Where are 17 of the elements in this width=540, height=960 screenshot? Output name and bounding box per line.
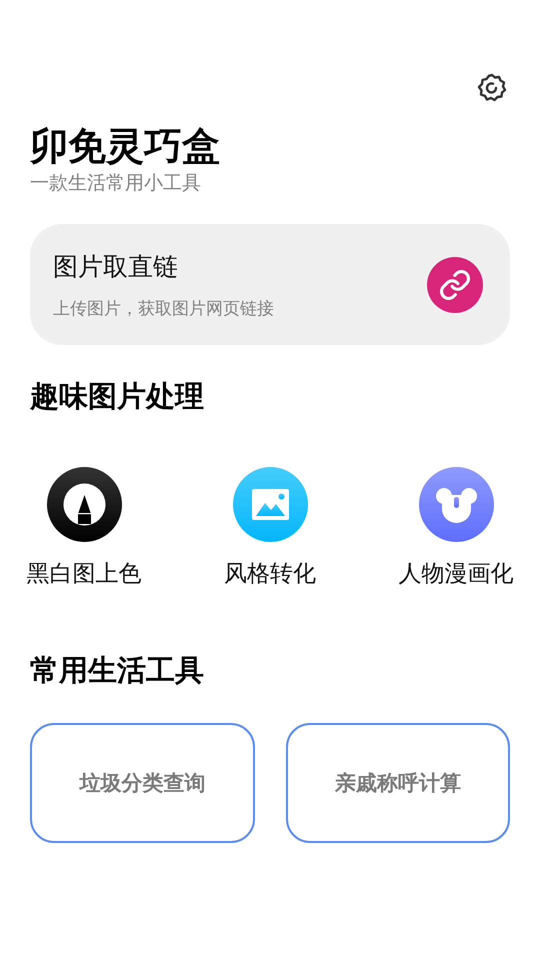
app-subtitle: 一款生活常用小工具 (30, 171, 202, 196)
card-title: 图片取直链 (53, 250, 179, 282)
tool-button[interactable]: 亲戚称呼计算 (286, 723, 510, 843)
settings-icon[interactable] (476, 72, 508, 104)
card-description: 上传图片，获取图片网页链接 (53, 298, 274, 320)
image-link-card[interactable]: 图片取直链 上传图片，获取图片网页链接 (30, 224, 510, 345)
section-heading: 常用生活工具 (30, 652, 205, 689)
link-icon (438, 268, 472, 302)
tool-button[interactable]: 人物漫画化 (376, 467, 536, 589)
tool-button[interactable]: 风格转化 (190, 467, 350, 589)
bear-face-icon (418, 467, 494, 542)
image-icon (232, 467, 308, 542)
tool-button[interactable]: 黑白图上色 (4, 467, 164, 589)
tool-button[interactable]: 垃圾分类查询 (30, 723, 254, 843)
pen-nib-icon (46, 467, 122, 542)
app-title: 卯免灵巧盒 (30, 123, 221, 170)
section-heading: 趣味图片处理 (30, 378, 205, 415)
